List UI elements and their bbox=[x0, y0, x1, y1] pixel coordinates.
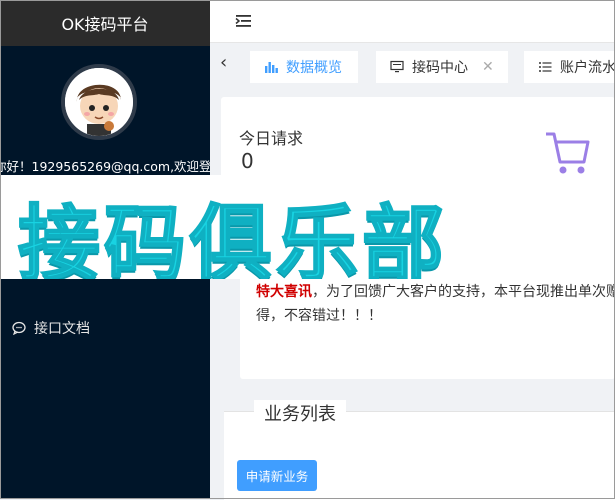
avatar[interactable] bbox=[61, 64, 137, 140]
main-content: 今日请求 0 特大喜讯，为了回馈广大客户的支持，本平台现推出单次赠 得，不容错过… bbox=[210, 89, 615, 500]
top-bar bbox=[210, 0, 615, 43]
tab-data-overview[interactable]: 数据概览 bbox=[250, 51, 358, 83]
today-requests-value: 0 bbox=[241, 149, 254, 173]
shopping-cart-icon bbox=[544, 130, 590, 176]
today-requests-label: 今日请求 bbox=[239, 129, 304, 148]
sidebar-item-api-docs[interactable]: 接口文档 bbox=[0, 314, 210, 342]
tab-sms-center[interactable]: 接码中心 ✕ bbox=[376, 51, 508, 83]
notice-text: 特大喜讯，为了回馈广大客户的支持，本平台现推出单次赠 得，不容错过！！！ bbox=[256, 280, 615, 328]
business-list-section: 业务列表 申请新业务 bbox=[224, 400, 615, 500]
tab-account-flow[interactable]: 账户流水 bbox=[524, 51, 615, 83]
chat-bubble-icon bbox=[12, 321, 26, 336]
notice-line-1: ，为了回馈广大客户的支持，本平台现推出单次赠 bbox=[312, 284, 615, 300]
list-icon bbox=[538, 60, 552, 74]
bar-chart-icon bbox=[264, 60, 278, 74]
tab-label: 账户流水 bbox=[560, 60, 615, 76]
close-icon[interactable]: ✕ bbox=[482, 59, 494, 75]
apply-new-business-button[interactable]: 申请新业务 bbox=[237, 460, 317, 491]
business-list-title: 业务列表 bbox=[254, 400, 346, 426]
notice-highlight: 特大喜讯 bbox=[256, 284, 312, 300]
notice-card: 特大喜讯，为了回馈广大客户的支持，本平台现推出单次赠 得，不容错过！！！ bbox=[240, 274, 615, 379]
welcome-message: 你好！1929565269@qq.com,欢迎登录 bbox=[0, 156, 210, 175]
monitor-icon bbox=[390, 60, 404, 74]
club-banner: 接码俱乐部 bbox=[0, 175, 615, 279]
app-title: OK接码平台 bbox=[0, 0, 210, 46]
chevron-left-icon[interactable]: ‹ bbox=[220, 53, 234, 73]
tab-label: 接码中心 bbox=[412, 60, 468, 76]
collapse-menu-icon[interactable] bbox=[234, 12, 252, 30]
notice-line-2: 得，不容错过！！！ bbox=[256, 308, 382, 324]
tab-label: 数据概览 bbox=[286, 60, 342, 76]
welcome-text: 你好！1929565269@qq.com,欢迎登录 bbox=[0, 159, 210, 174]
sidebar-item-label: 接口文档 bbox=[34, 321, 90, 337]
app-title-text: OK接码平台 bbox=[61, 15, 149, 34]
tab-bar: ‹ 数据概览 接码中心 ✕ 账户流水 bbox=[210, 43, 615, 89]
avatar-illustration bbox=[65, 68, 133, 136]
snow-cap-decoration bbox=[30, 178, 580, 201]
